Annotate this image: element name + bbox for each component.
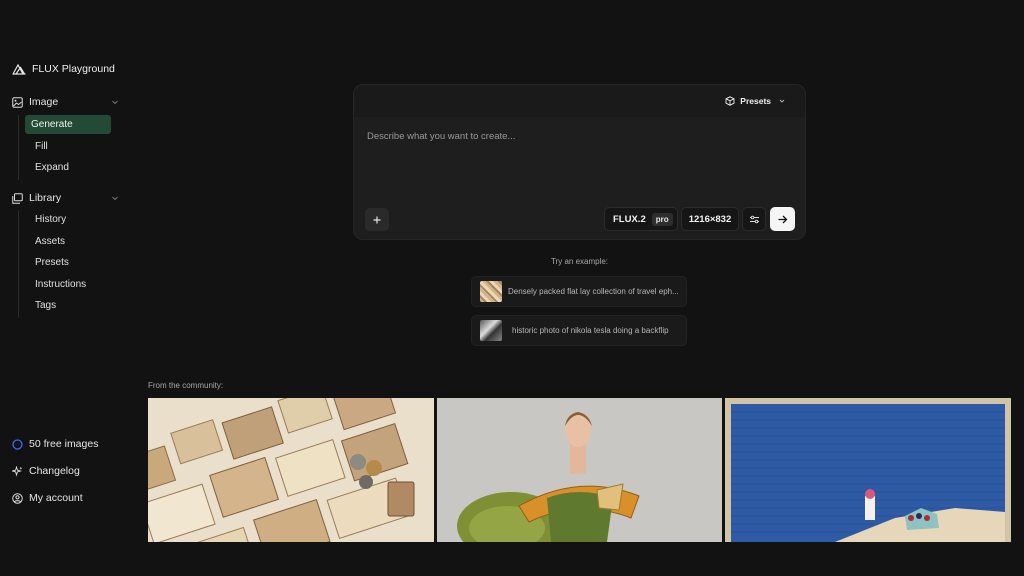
add-attachment-button[interactable] xyxy=(365,208,389,231)
plus-icon xyxy=(372,214,383,225)
try-example-label: Try an example: xyxy=(550,257,609,266)
size-selector[interactable]: 1216×832 xyxy=(681,207,739,231)
example-text: Densely packed flat lay collection of tr… xyxy=(508,287,679,296)
sidebar-item-presets[interactable]: Presets xyxy=(24,253,110,272)
generate-submit-button[interactable] xyxy=(770,207,795,231)
sliders-icon xyxy=(749,214,760,225)
user-circle-icon xyxy=(12,492,23,504)
cube-icon xyxy=(724,95,735,106)
sparkle-icon xyxy=(12,465,23,477)
example-prompt-1[interactable]: Densely packed flat lay collection of tr… xyxy=(471,276,687,307)
sidebar: FLUX Playground Image Generate Fill Expa… xyxy=(0,0,132,576)
sidebar-section-label: Image xyxy=(29,96,59,108)
example-prompt-2[interactable]: historic photo of nikola tesla doing a b… xyxy=(471,315,687,346)
sidebar-item-expand[interactable]: Expand xyxy=(24,158,110,177)
prompt-input[interactable] xyxy=(367,131,787,142)
example-thumbnail xyxy=(480,320,502,341)
chevron-down-icon[interactable] xyxy=(110,193,120,203)
community-image-2[interactable] xyxy=(437,398,722,542)
model-badge: pro xyxy=(651,212,673,226)
sidebar-item-generate[interactable]: Generate xyxy=(25,115,111,134)
example-text: historic photo of nikola tesla doing a b… xyxy=(512,326,669,335)
sidebar-item-fill[interactable]: Fill xyxy=(24,137,110,156)
changelog-label: Changelog xyxy=(29,465,80,477)
sidebar-section-label: Library xyxy=(29,192,62,204)
sidebar-section-image[interactable]: Image xyxy=(12,96,120,108)
chevron-down-icon xyxy=(776,95,787,106)
size-label: 1216×832 xyxy=(688,213,732,225)
chevron-down-icon[interactable] xyxy=(110,97,120,107)
brand[interactable]: FLUX Playground xyxy=(12,62,115,76)
example-thumbnail xyxy=(480,281,502,302)
free-images-label: 50 free images xyxy=(29,438,99,450)
sidebar-item-instructions[interactable]: Instructions xyxy=(24,275,110,294)
library-icon xyxy=(12,192,23,204)
account-link[interactable]: My account xyxy=(12,492,83,504)
sidebar-item-assets[interactable]: Assets xyxy=(24,232,110,251)
library-sub-list: History Assets Presets Instructions Tags xyxy=(18,210,110,318)
image-icon xyxy=(12,96,23,108)
changelog-link[interactable]: Changelog xyxy=(12,465,80,477)
account-label: My account xyxy=(29,492,83,504)
app-title: FLUX Playground xyxy=(32,63,115,75)
presets-button[interactable]: Presets xyxy=(724,95,787,106)
image-sub-list: Generate Fill Expand xyxy=(18,115,111,180)
presets-label: Presets xyxy=(740,95,771,106)
progress-ring-icon xyxy=(12,438,23,450)
prompt-header: Presets xyxy=(354,85,805,117)
community-label: From the community: xyxy=(148,381,224,390)
community-image-1[interactable] xyxy=(148,398,434,542)
sidebar-item-tags[interactable]: Tags xyxy=(24,296,110,315)
prompt-card: Presets FLUX.2 pro 1216×832 xyxy=(353,84,806,240)
arrow-right-icon xyxy=(777,214,788,225)
sidebar-section-library[interactable]: Library xyxy=(12,192,120,204)
settings-button[interactable] xyxy=(742,207,766,231)
community-image-3[interactable] xyxy=(725,398,1011,542)
model-selector[interactable]: FLUX.2 pro xyxy=(604,207,678,231)
sidebar-item-history[interactable]: History xyxy=(24,210,110,229)
free-images-link[interactable]: 50 free images xyxy=(12,438,98,450)
flux-logo-icon xyxy=(12,62,26,76)
model-name: FLUX.2 xyxy=(613,213,646,225)
